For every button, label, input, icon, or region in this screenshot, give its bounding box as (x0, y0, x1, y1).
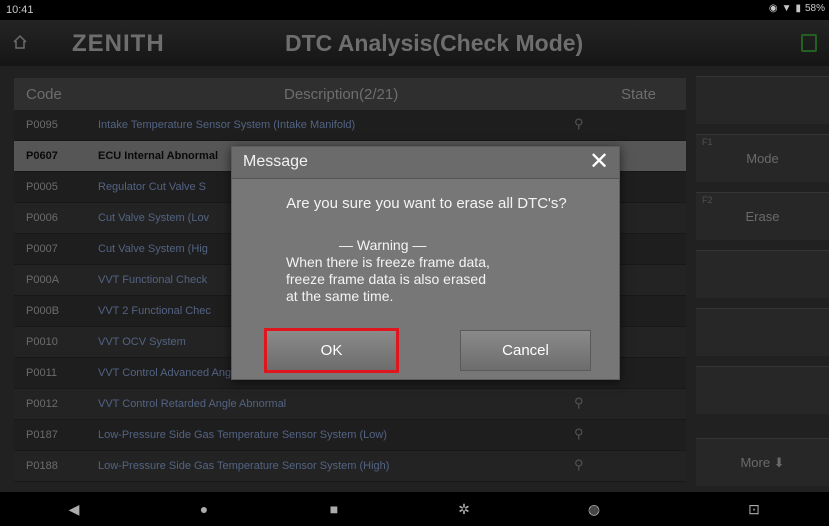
side-button-empty-4[interactable] (696, 366, 829, 414)
col-code: Code (26, 86, 62, 103)
cancel-button[interactable]: Cancel (460, 330, 591, 371)
wifi-icon: ▼ (781, 3, 792, 14)
screenshot-icon[interactable]: ⊡ (746, 501, 762, 517)
app-icon[interactable]: ◍ (586, 501, 602, 517)
search-icon[interactable]: ⚲ (574, 116, 586, 131)
table-header: Code Description(2/21) State (14, 78, 686, 110)
dialog-title: Message (243, 153, 308, 170)
recent-apps-icon[interactable]: ■ (326, 501, 342, 517)
vci-status-icon[interactable] (801, 34, 817, 52)
table-row[interactable]: P0187 Low-Pressure Side Gas Temperature S… (14, 420, 686, 451)
home-icon[interactable] (12, 34, 28, 50)
gear-icon[interactable]: ✲ (456, 501, 472, 517)
table-row[interactable]: P0012 VVT Control Retarded Angle Abnormal… (14, 389, 686, 420)
brand-logo: ZENITH (72, 30, 165, 57)
page-title: DTC Analysis(Check Mode) (285, 30, 584, 56)
erase-button[interactable]: F2 Erase (696, 192, 829, 240)
dialog-question: Are you sure you want to erase all DTC's… (286, 195, 567, 212)
battery-icon: ▮ (795, 3, 801, 14)
location-icon: ◉ (768, 3, 778, 14)
search-icon[interactable]: ⚲ (574, 395, 586, 410)
nav-bar: ◀ ● ■ ✲ ◍ ⊡ (0, 492, 829, 526)
side-button-empty-2[interactable] (696, 250, 829, 298)
dialog-warning: — Warning — When there is freeze frame d… (286, 237, 490, 305)
back-icon[interactable]: ◀ (66, 501, 82, 517)
search-icon[interactable]: ⚲ (574, 426, 586, 441)
col-state: State (621, 86, 657, 103)
more-button[interactable]: More ⬇ (696, 438, 829, 486)
ok-button[interactable]: OK (264, 328, 399, 373)
status-time: 10:41 (6, 4, 34, 16)
warning-title: — Warning — (339, 237, 427, 253)
home-circle-icon[interactable]: ● (196, 501, 212, 517)
message-dialog: Message ✕ Are you sure you want to erase… (231, 146, 620, 380)
table-row[interactable]: P0188 Low-Pressure Side Gas Temperature S… (14, 451, 686, 482)
status-bar: 10:41 ◉ ▼ ▮ 58% (0, 0, 829, 20)
side-button-empty-3[interactable] (696, 308, 829, 356)
col-description: Description(2/21) (284, 86, 399, 103)
warning-line: at the same time. (286, 288, 394, 304)
side-button-empty-1[interactable] (696, 76, 829, 124)
side-panel: F1 Mode F2 Erase More ⬇ (696, 76, 829, 486)
status-icons: ◉ ▼ ▮ 58% (769, 3, 825, 14)
mode-button[interactable]: F1 Mode (696, 134, 829, 182)
warning-line: When there is freeze frame data, (286, 254, 490, 270)
warning-line: freeze frame data is also erased (286, 271, 486, 287)
dialog-header: Message ✕ (232, 147, 619, 179)
table-row[interactable]: P0095 Intake Temperature Sensor System (I… (14, 110, 686, 141)
battery-level: 58% (804, 3, 825, 14)
search-icon[interactable]: ⚲ (574, 457, 586, 472)
app-header: ZENITH DTC Analysis(Check Mode) (0, 20, 829, 66)
close-icon[interactable]: ✕ (587, 150, 611, 174)
